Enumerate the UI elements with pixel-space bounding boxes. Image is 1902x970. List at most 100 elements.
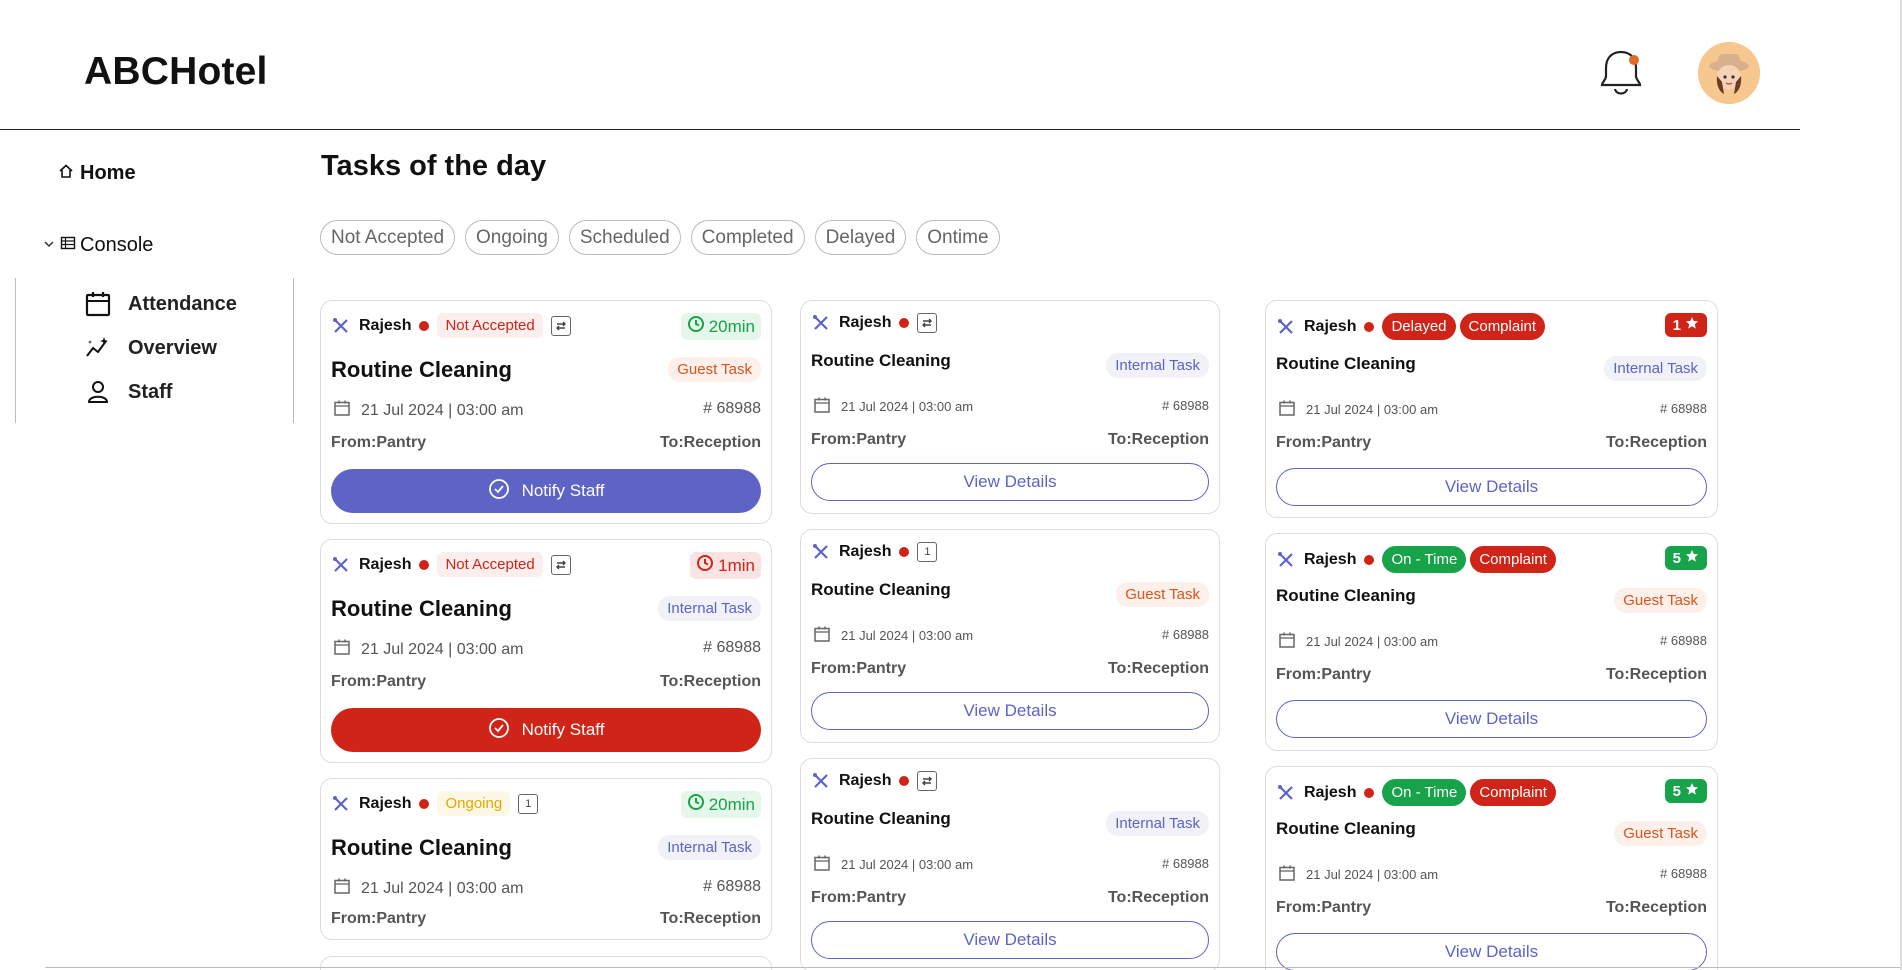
sidebar-item-overview[interactable]: Overview — [84, 334, 217, 362]
task-id: # 68988 — [703, 400, 761, 417]
nav-home[interactable]: Home — [58, 162, 136, 185]
task-from: From:Pantry — [1276, 899, 1372, 916]
task-to: To:Reception — [659, 434, 761, 451]
timer-badge: 20min — [680, 791, 761, 818]
task-from: From:Pantry — [331, 910, 427, 927]
person-icon — [84, 378, 112, 406]
tools-icon — [811, 313, 831, 333]
tools-icon — [1276, 317, 1296, 337]
date-row: 21 Jul 2024 | 03:00 am — [333, 399, 524, 422]
sidebar-item-staff[interactable]: Staff — [84, 378, 172, 406]
star-icon — [1685, 782, 1699, 800]
assignee-name: Rajesh — [839, 314, 892, 331]
sparkle-icon — [84, 334, 112, 362]
task-type-tag: Guest Task — [668, 357, 761, 382]
status-dot — [1364, 554, 1375, 565]
task-title: Routine Cleaning — [811, 809, 951, 828]
task-to: To:Reception — [659, 910, 761, 927]
task-card[interactable]: Rajesh Not Accepted 20min Routine Cleani… — [320, 300, 772, 524]
task-type-tag: Internal Task — [1604, 356, 1707, 381]
assignee-name: Rajesh — [359, 316, 412, 334]
task-from: From:Pantry — [811, 431, 907, 448]
sequence-icon: 1 — [518, 793, 539, 814]
tools-icon — [331, 555, 351, 575]
view-details-button[interactable]: View Details — [1276, 468, 1707, 506]
app-logo[interactable]: ABCHotel — [84, 50, 268, 94]
nav-console-label: Console — [80, 234, 154, 256]
task-date: 21 Jul 2024 | 03:00 am — [841, 399, 974, 414]
complaint-badge: Complaint — [1470, 779, 1556, 806]
filter-scheduled[interactable]: Scheduled — [568, 220, 681, 255]
date-row: 21 Jul 2024 | 03:00 am — [1278, 399, 1438, 420]
task-title: Routine Cleaning — [811, 351, 951, 370]
status-badge: Ongoing — [437, 791, 511, 816]
task-type-tag: Internal Task — [658, 596, 761, 621]
task-from: From:Pantry — [331, 434, 427, 451]
chevron-down-icon — [42, 234, 56, 257]
task-card[interactable]: Rajesh Delayed Complaint 1 Routine Clean… — [1265, 300, 1718, 518]
nav-console[interactable]: Console — [42, 234, 153, 257]
task-card[interactable]: Rajesh 1 Routine Cleaning Guest Task 21 … — [800, 529, 1220, 743]
view-details-button[interactable]: View Details — [811, 692, 1209, 730]
calendar-icon — [84, 290, 112, 318]
bell-icon[interactable] — [1596, 46, 1646, 100]
view-details-button[interactable]: View Details — [811, 463, 1209, 501]
task-to: To:Reception — [1107, 431, 1209, 448]
view-details-button[interactable]: View Details — [811, 921, 1209, 959]
task-card[interactable]: Rajesh On - Time Complaint 5 Routine Cle… — [1265, 533, 1718, 751]
star-icon — [1685, 549, 1699, 567]
notify-staff-button[interactable]: Notify Staff — [331, 469, 761, 513]
complaint-badge: Complaint — [1470, 546, 1556, 573]
task-to: To:Reception — [1605, 434, 1707, 451]
filter-ongoing[interactable]: Ongoing — [465, 220, 559, 255]
task-id: # 68988 — [703, 639, 761, 656]
task-date: 21 Jul 2024 | 03:00 am — [361, 640, 524, 658]
task-to: To:Reception — [1107, 889, 1209, 906]
sidebar-item-label: Attendance — [128, 292, 237, 315]
task-id: # 68988 — [1660, 633, 1707, 648]
table-icon — [60, 234, 76, 257]
user-avatar[interactable] — [1698, 42, 1760, 104]
task-card[interactable]: Rajesh On - Time Complaint 5 Routine Cle… — [1265, 766, 1718, 970]
task-title: Routine Cleaning — [1276, 354, 1416, 373]
filter-completed[interactable]: Completed — [690, 220, 805, 255]
task-id: # 68988 — [1162, 627, 1209, 642]
task-card[interactable]: Rajesh Routine Cleaning Internal Task 21… — [800, 300, 1220, 514]
sidebar-divider — [15, 278, 16, 423]
task-card[interactable]: Rajesh Not Accepted 1min Routine Cleanin… — [320, 539, 772, 763]
task-card[interactable]: Rajesh Ongoing 1 20min Routine Cleaning … — [320, 778, 772, 940]
assignee-row: Rajesh On - Time Complaint — [1276, 546, 1556, 573]
date-row: 21 Jul 2024 | 03:00 am — [1278, 864, 1438, 885]
assignee-name: Rajesh — [359, 555, 412, 573]
assignee-row: Rajesh On - Time Complaint — [1276, 779, 1556, 806]
calendar-icon — [333, 877, 351, 900]
task-to: To:Reception — [1107, 660, 1209, 677]
notify-staff-button[interactable]: Notify Staff — [331, 708, 761, 752]
task-card[interactable]: Rajesh Routine Cleaning Internal Task 21… — [800, 758, 1220, 970]
calendar-icon — [1278, 631, 1296, 652]
calendar-icon — [813, 396, 831, 417]
task-type-tag: Internal Task — [658, 835, 761, 860]
task-to: To:Reception — [1605, 666, 1707, 683]
view-details-button[interactable]: View Details — [1276, 700, 1707, 738]
filter-not-accepted[interactable]: Not Accepted — [320, 220, 456, 255]
view-details-button[interactable]: View Details — [1276, 933, 1707, 970]
rating-value: 5 — [1672, 782, 1681, 800]
tools-icon — [331, 794, 351, 814]
sidebar-item-label: Staff — [128, 380, 173, 403]
assignee-row: Rajesh Ongoing 1 — [331, 791, 539, 816]
status-dot — [419, 320, 430, 331]
rating-value: 5 — [1672, 549, 1681, 567]
assignee-row: Rajesh — [811, 313, 938, 333]
rating-badge: 5 — [1664, 546, 1707, 570]
filter-ontime[interactable]: Ontime — [916, 220, 1000, 255]
task-to: To:Reception — [659, 673, 761, 690]
filter-delayed[interactable]: Delayed — [814, 220, 907, 255]
assignee-name: Rajesh — [359, 794, 412, 812]
status-badge: Not Accepted — [437, 552, 543, 577]
top-header: ABCHotel — [0, 0, 1800, 130]
assignee-row: Rajesh Not Accepted — [331, 552, 571, 577]
assignee-row: Rajesh — [811, 771, 938, 791]
sidebar-item-attendance[interactable]: Attendance — [84, 290, 237, 318]
task-from: From:Pantry — [811, 889, 907, 906]
